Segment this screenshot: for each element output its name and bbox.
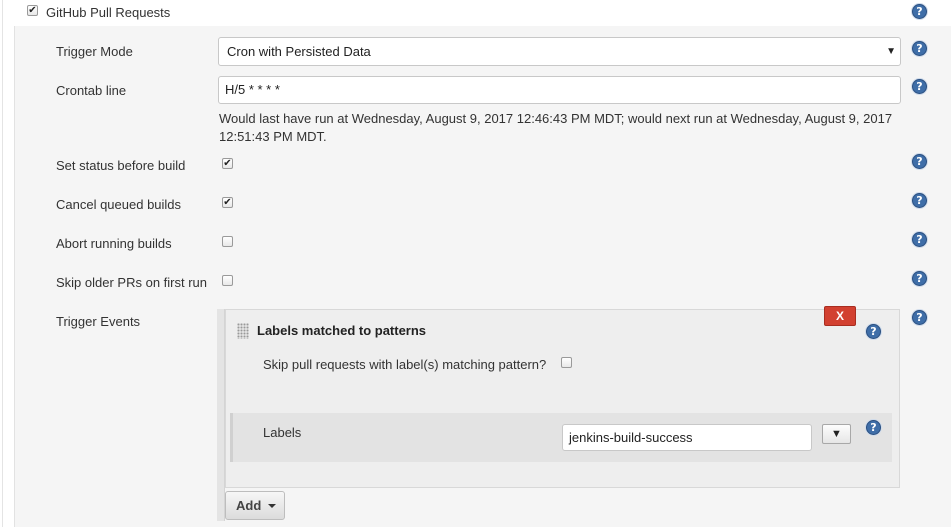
event-help-icon[interactable]: ? [866, 324, 881, 339]
add-event-button[interactable]: Add [225, 491, 285, 520]
set-status-checkbox[interactable]: ✔ [222, 158, 233, 169]
abort-running-label: Abort running builds [56, 236, 172, 251]
skip-older-label: Skip older PRs on first run [56, 275, 208, 290]
trigger-mode-value: Cron with Persisted Data [227, 44, 371, 59]
trigger-mode-help-icon[interactable]: ? [912, 41, 927, 56]
github-pull-requests-checkbox[interactable]: ✔ [27, 5, 38, 16]
crontab-info-line2: 12:51:43 PM MDT. [219, 129, 327, 144]
chevron-down-icon: ▼ [886, 46, 896, 57]
set-status-label: Set status before build [56, 158, 186, 173]
delete-event-button[interactable]: X [824, 306, 856, 326]
skip-older-checkbox[interactable] [222, 275, 233, 286]
crontab-info-line1: Would last have run at Wednesday, August… [219, 111, 893, 126]
cancel-queued-label: Cancel queued builds [56, 197, 182, 212]
cancel-queued-help-icon[interactable]: ? [912, 193, 927, 208]
trigger-events-help-icon[interactable]: ? [912, 310, 927, 325]
abort-running-help-icon[interactable]: ? [912, 232, 927, 247]
outer-border [2, 0, 3, 527]
crontab-help-icon[interactable]: ? [912, 79, 927, 94]
add-button-label: Add [236, 498, 262, 513]
skip-label-pattern-checkbox[interactable] [561, 357, 572, 368]
drag-handle-icon[interactable] [237, 323, 249, 339]
trigger-events-label: Trigger Events [56, 314, 141, 329]
trigger-mode-label: Trigger Mode [56, 44, 133, 59]
events-container-bar [217, 309, 225, 521]
skip-older-help-icon[interactable]: ? [912, 271, 927, 286]
labels-label: Labels [263, 425, 302, 440]
labels-input[interactable]: jenkins-build-success [562, 424, 812, 451]
crontab-label: Crontab line [56, 83, 127, 98]
caret-down-icon [268, 504, 276, 508]
labels-dropdown-button[interactable]: ▼ [822, 424, 851, 444]
section-title: GitHub Pull Requests [46, 5, 171, 20]
cancel-queued-checkbox[interactable]: ✔ [222, 197, 233, 208]
trigger-mode-select[interactable]: Cron with Persisted Data ▼ [218, 37, 901, 66]
crontab-input[interactable]: H/5 * * * * [218, 76, 901, 104]
set-status-help-icon[interactable]: ? [912, 154, 927, 169]
section-help-icon[interactable]: ? [912, 4, 927, 19]
labels-help-icon[interactable]: ? [866, 420, 881, 435]
skip-label-pattern-label: Skip pull requests with label(s) matchin… [263, 357, 547, 372]
abort-running-checkbox[interactable] [222, 236, 233, 247]
event-title: Labels matched to patterns [257, 323, 427, 338]
